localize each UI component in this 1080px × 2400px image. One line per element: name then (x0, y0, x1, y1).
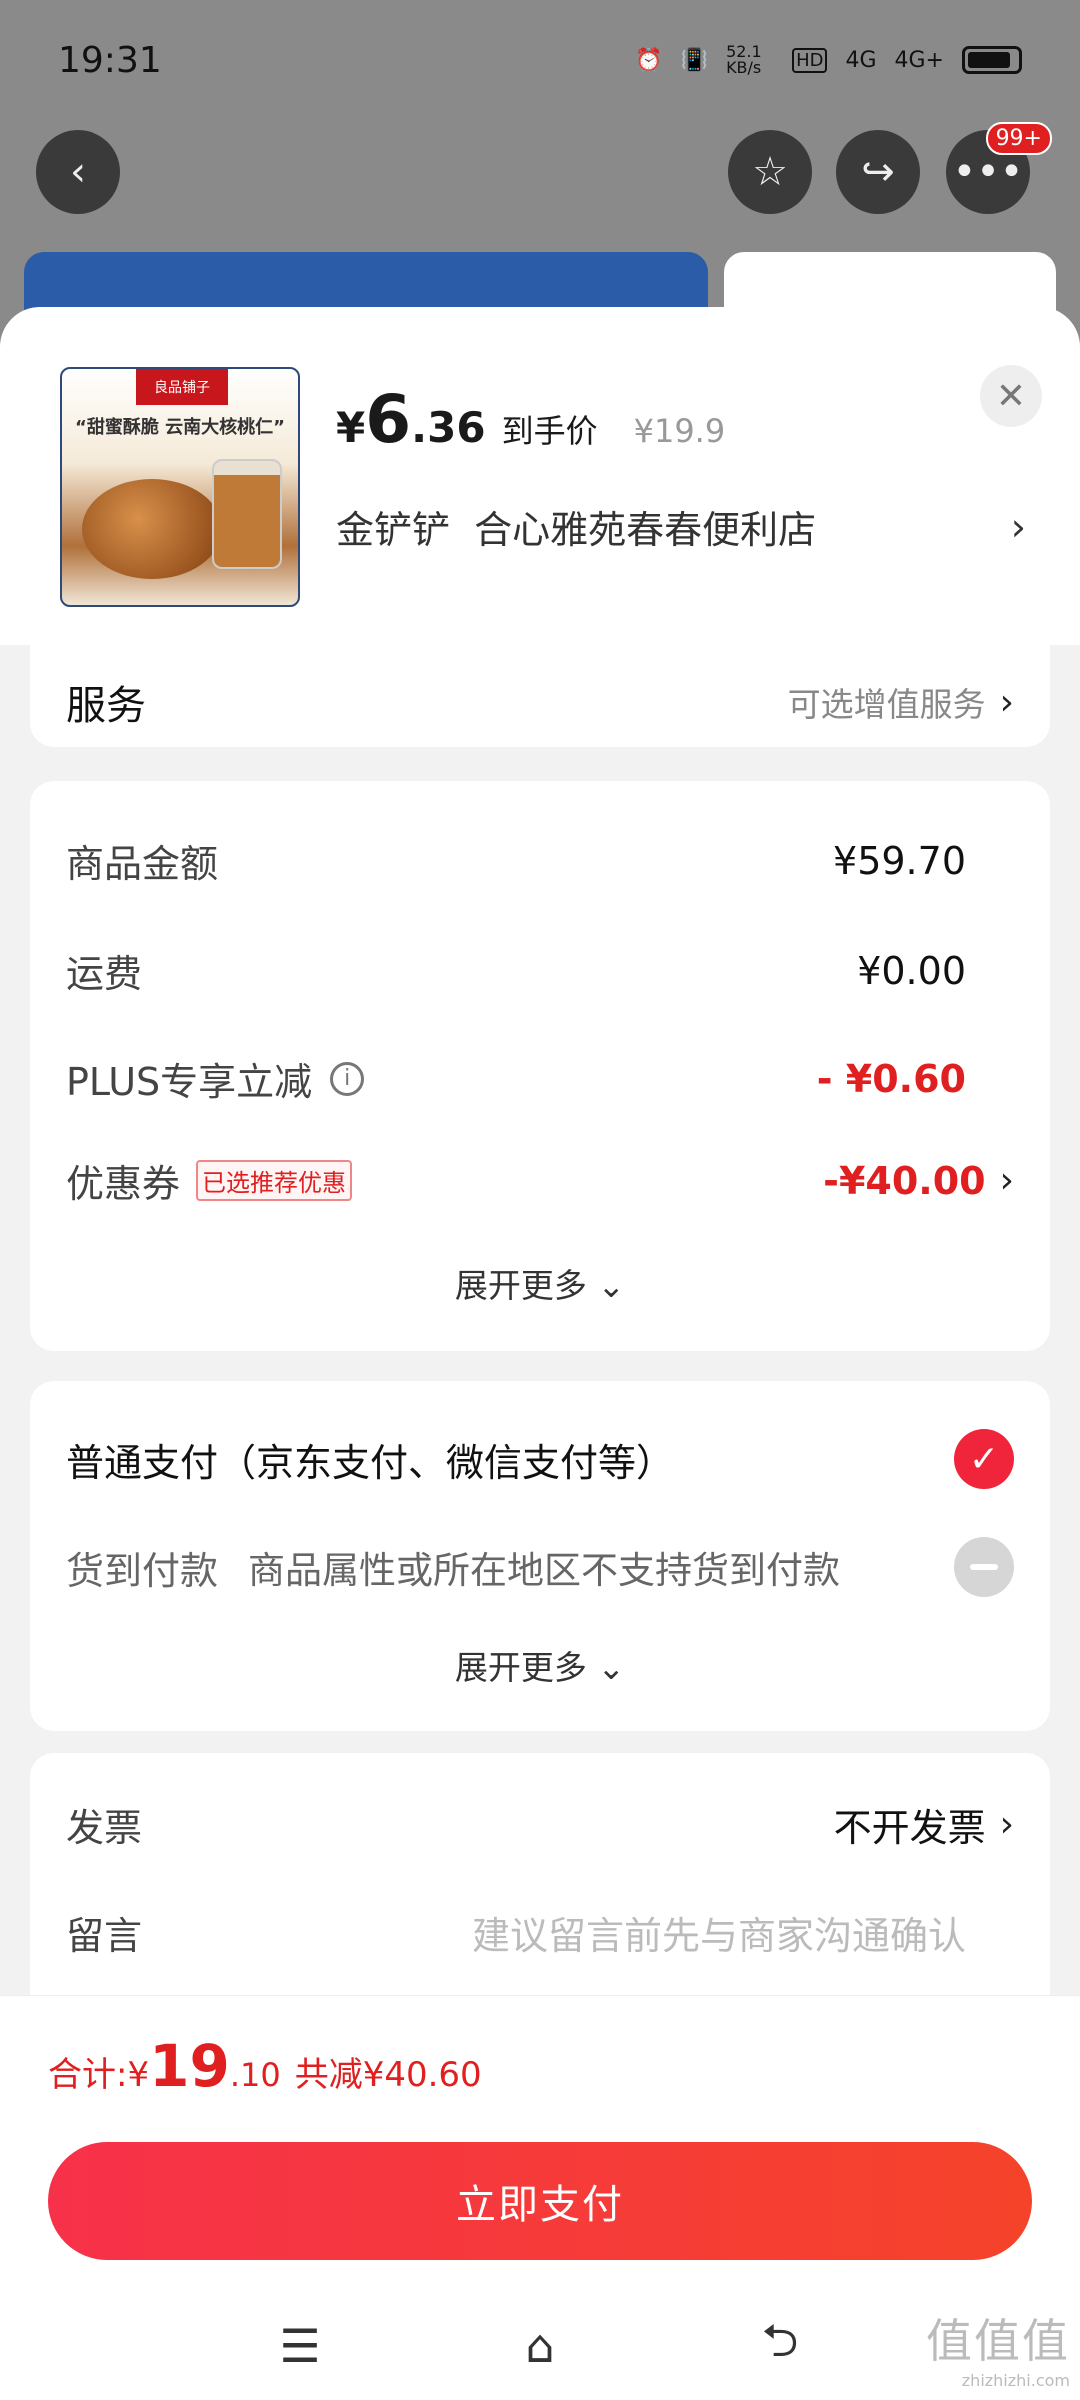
payment-cod-label: 货到付款 (66, 1548, 219, 1593)
share-icon: ↪ (861, 149, 895, 195)
alarm-icon: ⏰ (635, 47, 663, 73)
disabled-icon (954, 1537, 1014, 1597)
bottom-bar: 合计: ¥ 19 .10 共减¥40.60 立即支付 ☰ ⌂ ⮌ 值值值 zhi… (0, 1995, 1080, 2400)
chevron-right-icon: › (999, 1160, 1014, 1201)
coupon-tag: 已选推荐优惠 (196, 1160, 353, 1201)
close-button[interactable]: ✕ (980, 365, 1042, 427)
invoice-label: 发票 (66, 1806, 143, 1850)
original-price: ¥19.9 (633, 412, 726, 450)
price-tag: 到手价 (501, 412, 598, 450)
payment-cod-note: 商品属性或所在地区不支持货到付款 (248, 1549, 841, 1592)
brand-logo: 良品铺子 (136, 369, 228, 405)
back-button[interactable]: ‹ (36, 130, 120, 214)
status-time: 19:31 (58, 39, 162, 81)
system-nav-bar: ☰ ⌂ ⮌ 值值值 zhizhizhi.com (0, 2296, 1080, 2396)
service-label: 服务 (66, 683, 146, 729)
chevron-down-icon: ⌄ (597, 1648, 626, 1687)
watermark-sub: zhizhizhi.com (961, 2371, 1070, 2390)
star-icon: ☆ (752, 149, 788, 195)
home-icon[interactable]: ⌂ (510, 2316, 570, 2376)
status-icons: ⏰ 📳 52.1 KB/s HD 4G 4G+ (635, 44, 1022, 76)
price-integer: 6 (365, 381, 412, 458)
notification-badge: 99+ (985, 122, 1052, 155)
jar-image (212, 459, 282, 569)
watermark: 值值值 zhizhizhi.com (926, 2305, 1070, 2390)
payment-normal-label: 普通支付（京东支付、微信支付等） (66, 1440, 675, 1485)
sheet-header: 良品铺子 “甜蜜酥脆 云南大核桃仁” ¥ 6 .36 到手价 ¥19.9 金铲铲… (0, 307, 1080, 645)
shipping-label: 运费 (66, 952, 143, 996)
product-thumbnail: 良品铺子 “甜蜜酥脆 云南大核桃仁” (60, 367, 300, 607)
payment-normal-row[interactable]: 普通支付（京东支付、微信支付等） ✓ (66, 1429, 1014, 1489)
store-name: 金铲铲 合心雅苑春春便利店 (336, 508, 817, 552)
plus-discount-label: PLUS专享立减 (66, 1060, 313, 1104)
expand-more-label: 展开更多 (454, 1648, 587, 1687)
signal-4g-icon: 4G (845, 47, 877, 73)
chevron-right-icon: › (999, 1804, 1014, 1845)
coupon-value: -¥40.00 (823, 1158, 986, 1203)
favorite-button[interactable]: ☆ (728, 130, 812, 214)
plus-discount-value: - ¥0.60 (816, 1056, 966, 1101)
walnut-image (82, 479, 222, 579)
coupon-label: 优惠券 (66, 1162, 181, 1206)
watermark-main: 值值值 (926, 2314, 1070, 2368)
price-decimal: .36 (411, 403, 486, 452)
more-icon: ••• (952, 149, 1024, 195)
vibrate-icon: 📳 (680, 47, 709, 73)
expand-more-label: 展开更多 (454, 1266, 587, 1305)
expand-more-amounts[interactable]: 展开更多 ⌄ (30, 1259, 1050, 1307)
goods-amount-label: 商品金额 (66, 842, 219, 886)
chevron-left-icon: ‹ (70, 149, 86, 195)
total-integer: 19 (149, 2032, 230, 2100)
close-icon: ✕ (995, 375, 1027, 417)
net-speed: 52.1 KB/s (726, 42, 762, 77)
goods-amount-row: 商品金额 ¥59.70 (66, 833, 1014, 888)
goods-amount-value: ¥59.70 (833, 838, 966, 883)
message-label: 留言 (66, 1914, 143, 1958)
total-currency: ¥ (127, 2055, 150, 2095)
total-saved: 共减¥40.60 (294, 2055, 482, 2095)
battery-icon (962, 46, 1022, 74)
checked-icon[interactable]: ✓ (954, 1429, 1014, 1489)
info-icon[interactable]: i (330, 1061, 365, 1096)
message-row[interactable]: 留言 建议留言前先与商家沟通确认 (66, 1905, 1014, 1960)
total-decimal: .10 (229, 2056, 281, 2094)
service-value: 可选增值服务 (787, 685, 986, 724)
total-label: 合计: (48, 2055, 128, 2095)
share-button[interactable]: ↪ (836, 130, 920, 214)
product-slogan: “甜蜜酥脆 云南大核桃仁” (75, 417, 285, 438)
message-input[interactable]: 建议留言前先与商家沟通确认 (472, 1905, 966, 1960)
plus-discount-row: PLUS专享立减 i - ¥0.60 (66, 1051, 1014, 1106)
total-row: 合计: ¥ 19 .10 共减¥40.60 (48, 2032, 482, 2100)
chevron-right-icon: › (999, 681, 1014, 723)
store-row[interactable]: 金铲铲 合心雅苑春春便利店 › (336, 499, 1026, 554)
expand-more-payment[interactable]: 展开更多 ⌄ (30, 1641, 1050, 1689)
hd-icon: HD (792, 47, 828, 73)
pay-now-button[interactable]: 立即支付 (48, 2142, 1032, 2260)
price-row: ¥ 6 .36 到手价 ¥19.9 (336, 381, 725, 458)
top-nav: ‹ ☆ ↪ ••• 99+ (0, 122, 1080, 220)
coupon-row[interactable]: 优惠券 已选推荐优惠 -¥40.00 › (66, 1153, 1014, 1208)
invoice-value: 不开发票 (833, 1806, 986, 1850)
more-button[interactable]: ••• 99+ (946, 122, 1052, 214)
chevron-down-icon: ⌄ (597, 1266, 626, 1305)
back-icon[interactable]: ⮌ (750, 2313, 810, 2376)
amounts-card: 商品金额 ¥59.70 运费 ¥0.00 PLUS专享立减 i - ¥0.60 … (30, 781, 1050, 1351)
price-currency: ¥ (336, 403, 366, 452)
signal-4gplus-icon: 4G+ (894, 47, 944, 73)
shipping-row: 运费 ¥0.00 (66, 943, 1014, 998)
payment-cod-row: 货到付款 商品属性或所在地区不支持货到付款 (66, 1537, 1014, 1597)
service-row[interactable]: 服务 可选增值服务 › (66, 673, 1014, 731)
status-bar: 19:31 ⏰ 📳 52.1 KB/s HD 4G 4G+ (0, 0, 1080, 120)
shipping-value: ¥0.00 (857, 948, 966, 993)
chevron-right-icon: › (1010, 504, 1026, 549)
invoice-row[interactable]: 发票 不开发票 › (66, 1797, 1014, 1852)
menu-icon[interactable]: ☰ (270, 2316, 330, 2376)
payment-card: 普通支付（京东支付、微信支付等） ✓ 货到付款 商品属性或所在地区不支持货到付款… (30, 1381, 1050, 1731)
